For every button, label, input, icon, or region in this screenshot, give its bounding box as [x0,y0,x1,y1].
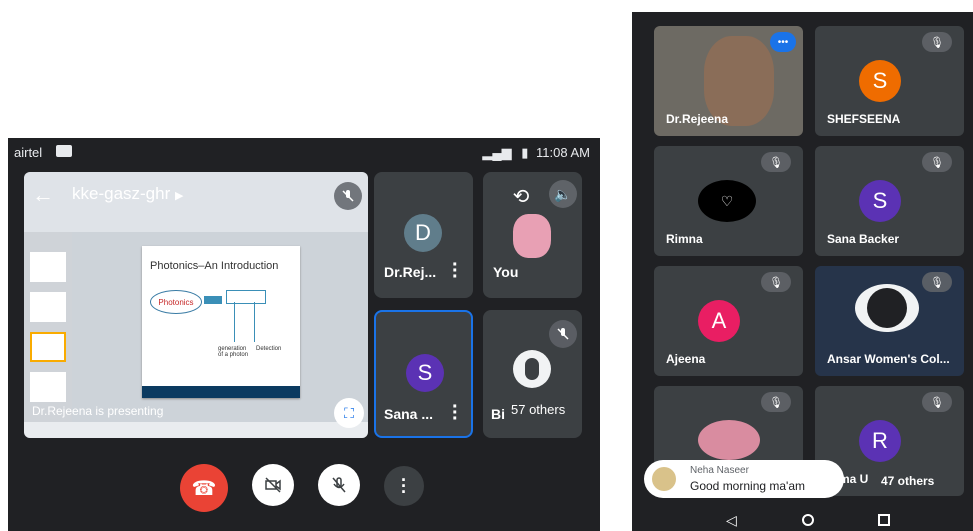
participant-tile-you[interactable]: ⟲ 🔈 You [483,172,582,298]
avatar: S [406,354,444,392]
carrier-label: airtel [14,145,43,160]
signal-icon: ▂▄▆ [482,145,512,160]
participant-name: Dr.Rejeena [666,112,729,126]
sender-avatar [652,467,676,491]
chat-toast[interactable]: Neha Naseer Good morning ma'am [644,460,844,498]
avatar: A [698,300,740,342]
mic-off-icon: 🎙 [922,152,952,172]
others-count[interactable]: 57 others [505,398,572,421]
more-options-icon[interactable]: · · · [452,397,459,429]
mic-off-icon: 🎙 [922,392,952,412]
nav-back-icon[interactable]: ◁ [607,416,619,436]
participant-tile-shefseena[interactable]: 🎙 S SHEFSEENA [815,26,964,136]
volte-icon [56,145,72,157]
avatar-initial: S [417,360,433,385]
participant-name: You [493,264,519,280]
participant-tile-rimna[interactable]: 🎙 ♡ Rimna [654,146,803,256]
more-options-button[interactable]: · · · [384,466,424,506]
slide-label-generation: generation of a photon [218,346,249,358]
avatar-initial: A [711,308,727,333]
more-options-icon[interactable]: · · · [452,255,459,287]
mic-off-icon: 🎙 [922,272,952,292]
fullscreen-icon[interactable]: ⛶ [334,398,364,428]
mic-off-icon [332,477,346,493]
nav-back-icon[interactable]: ◁ [726,512,737,529]
avatar-initial: R [872,428,888,453]
ppt-thumbnails [24,232,72,422]
mic-off-icon: 🎙 [761,392,791,412]
participant-name: Sana Backer [827,232,900,246]
back-arrow-icon[interactable]: ← [32,182,54,208]
mic-off-icon [549,320,577,348]
chat-message: Good morning ma'am [690,479,806,493]
chevron-right-icon: ▶ [175,190,184,202]
photonics-label: Photonics [158,297,194,307]
meeting-code[interactable]: kke-gasz-ghr ▶ [72,184,183,204]
participant-name: Ansar Women's Col... [827,352,950,366]
camera-off-button[interactable] [252,464,294,506]
nav-home-icon[interactable] [802,514,814,526]
obs-logo [855,284,919,332]
emitter-box [226,290,266,304]
status-bar: airtel ▂▄▆ ▮ 11:08 AM [8,138,600,166]
avatar: R [859,420,901,462]
photonics-bubble: Photonics [150,290,202,314]
participant-tile-drrejeena[interactable]: ••• Dr.Rejeena [654,26,803,136]
self-video [513,214,551,258]
avatar-initial: D [415,220,431,245]
mic-off-icon: 🎙 [761,152,791,172]
speaker-icon[interactable]: 🔈 [549,180,577,208]
mic-off-icon: 🎙 [922,32,952,52]
nav-recents-icon[interactable] [878,514,890,526]
slide-title: Photonics–An Introduction [150,260,279,272]
more-vert-icon: · · · [401,470,407,502]
participant-tile-drrej[interactable]: D Dr.Rej... · · · [374,172,473,298]
participant-tile-ajeena[interactable]: 🎙 A Ajeena [654,266,803,376]
status-right: ▂▄▆ ▮ 11:08 AM [482,145,590,161]
right-phone-screen: ••• Dr.Rejeena 🎙 S SHEFSEENA 🎙 ♡ Rimna 🎙… [632,12,973,531]
participant-name: Dr.Rej... [384,264,437,280]
participant-photo [698,420,760,460]
clock: 11:08 AM [536,145,590,160]
avatar: ♡ [698,180,756,222]
end-call-button[interactable]: ☎ [180,464,228,512]
nav-recents-icon[interactable] [608,241,618,255]
heart-icon: ♡ [720,192,734,209]
speaking-icon: ••• [770,32,796,52]
presentation-area[interactable]: Photonics–An Introduction Photonics gene… [24,172,368,438]
avatar: S [859,60,901,102]
ppt-statusbar [24,422,368,438]
participant-name: Rimna [666,232,703,246]
mic-off-icon: 🎙 [761,272,791,292]
participant-tile-ansar[interactable]: 🎙 Ansar Women's Col... [815,266,964,376]
battery-icon: ▮ [521,145,529,160]
participant-tile-sanabacker[interactable]: 🎙 S Sana Backer [815,146,964,256]
slide: Photonics–An Introduction Photonics gene… [142,246,300,398]
avatar-initial: S [872,68,888,93]
presenting-label: Dr.Rejeena is presenting [32,404,164,418]
arrow-icon [204,296,222,304]
meeting-code-text: kke-gasz-ghr [72,184,171,203]
switch-camera-icon[interactable]: ⟲ [505,180,537,212]
others-count[interactable]: 47 others [875,470,941,492]
slide-label-detection: Detection [256,346,282,352]
mic-off-button[interactable] [318,464,360,506]
participant-name: Sana ... [384,406,434,422]
avatar-initial: S [872,188,888,213]
chat-sender: Neha Naseer [690,465,749,476]
mic-off-icon [334,182,362,210]
participant-name: SHEFSEENA [827,112,901,126]
participant-name: Ajeena [666,352,706,366]
participant-tile-sana[interactable]: S Sana ... · · · [374,310,473,438]
nav-home-icon[interactable] [606,330,620,344]
avatar: D [404,214,442,252]
video-off-icon [265,477,281,493]
ppt-canvas: Photonics–An Introduction Photonics gene… [72,232,368,422]
participant-photo [513,350,551,388]
participant-name: Bi [491,406,505,422]
participant-tile-others[interactable]: Bi 57 others [483,310,582,438]
avatar: S [859,180,901,222]
